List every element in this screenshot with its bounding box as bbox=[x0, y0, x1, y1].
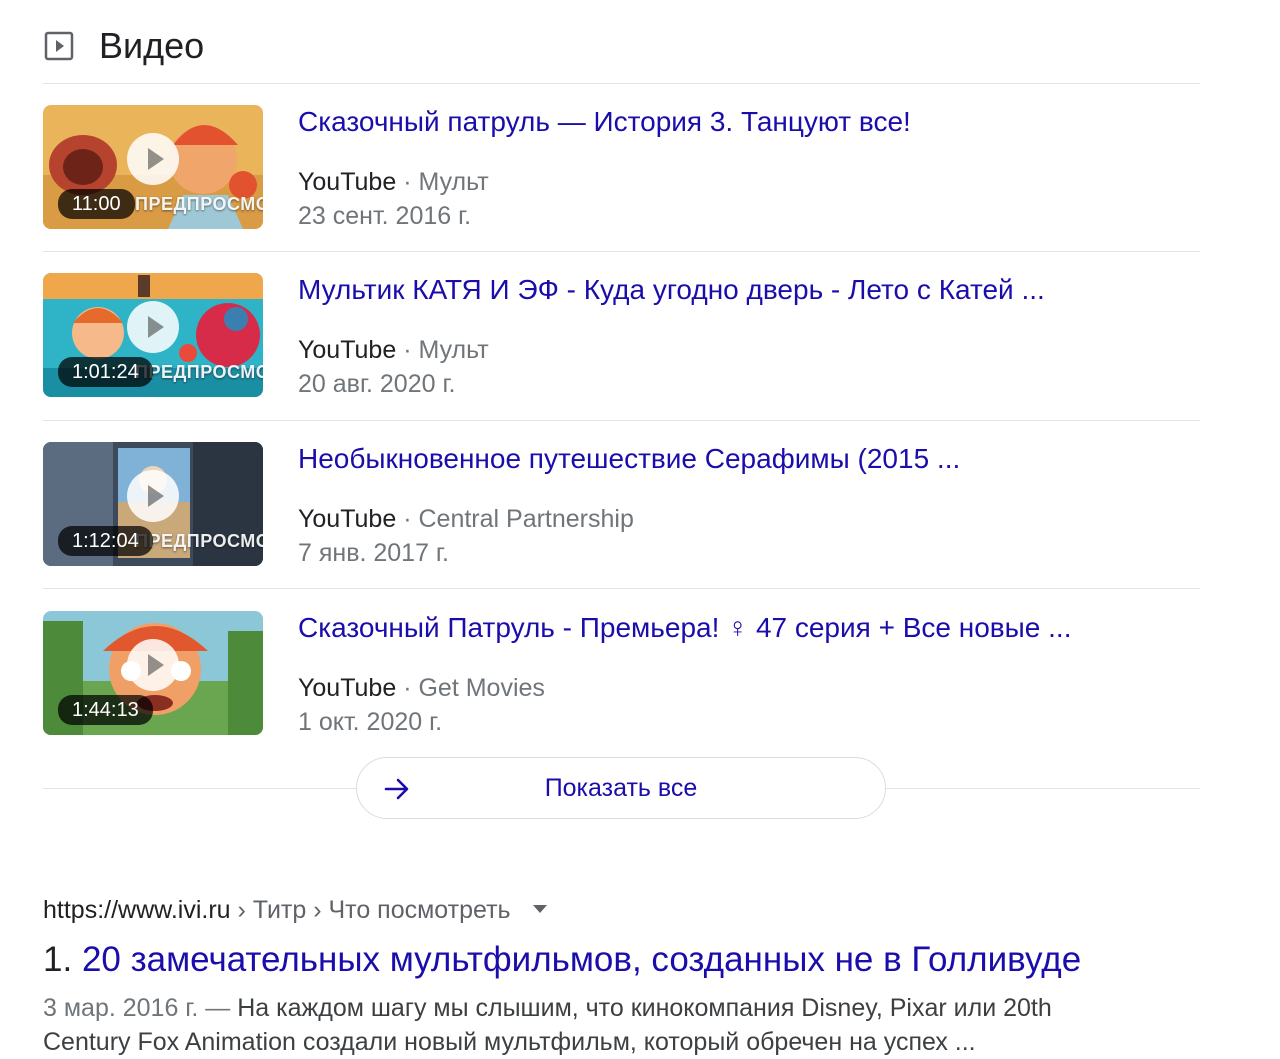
video-section-header: Видео bbox=[43, 24, 204, 68]
section-title: Видео bbox=[99, 25, 205, 66]
meta-separator: · bbox=[403, 168, 412, 196]
result-title: 1. 20 замечательных мультфильмов, создан… bbox=[43, 940, 1081, 980]
video-title-link[interactable]: Мультик КАТЯ И ЭФ - Куда угодно дверь - … bbox=[298, 273, 1045, 307]
video-result-3[interactable]: ПРЕДПРОСМОТР 1:12:04 Необыкновенное путе… bbox=[43, 442, 1200, 567]
result-breadcrumb[interactable]: https://www.ivi.ru › Титр › Что посмотре… bbox=[43, 895, 548, 925]
preview-label: ПРЕДПРОСМОТР bbox=[135, 531, 263, 551]
video-result-4[interactable]: 1:44:13 Сказочный Патруль - Премьера! ♀ … bbox=[43, 611, 1200, 736]
video-channel: Get Movies bbox=[418, 674, 545, 702]
video-title-link[interactable]: Сказочный Патруль - Премьера! ♀ 47 серия… bbox=[298, 611, 1071, 645]
duration-badge: 1:01:24 bbox=[58, 357, 153, 387]
show-all-label: Показать все bbox=[544, 774, 698, 802]
meta-separator: · bbox=[403, 336, 412, 364]
preview-label: ПРЕДПРОСМОТР bbox=[135, 194, 263, 214]
video-meta: YouTube · Мульт bbox=[298, 335, 489, 365]
duration-badge: 1:44:13 bbox=[58, 695, 153, 725]
divider bbox=[43, 83, 1200, 84]
meta-separator: · bbox=[403, 505, 412, 533]
video-channel: Мульт bbox=[418, 168, 489, 196]
result-path: › Титр › Что посмотреть bbox=[230, 896, 511, 924]
video-date: 23 сент. 2016 г. bbox=[298, 202, 472, 230]
divider bbox=[43, 588, 1200, 589]
video-date: 20 авг. 2020 г. bbox=[298, 370, 456, 398]
video-result-1[interactable]: ПРЕДПРОСМОТР 11:00 Сказочный патруль — И… bbox=[43, 105, 1200, 230]
video-source: YouTube bbox=[298, 505, 397, 533]
snippet-date: 3 мар. 2016 г. — bbox=[43, 994, 231, 1022]
video-thumbnail[interactable]: ПРЕДПРОСМОТР 1:01:24 bbox=[43, 273, 263, 397]
play-icon bbox=[127, 470, 179, 522]
video-channel: Мульт bbox=[418, 336, 489, 364]
video-thumbnail[interactable]: ПРЕДПРОСМОТР 11:00 bbox=[43, 105, 263, 229]
play-icon bbox=[127, 301, 179, 353]
video-source: YouTube bbox=[298, 674, 397, 702]
preview-label: ПРЕДПРОСМОТР bbox=[135, 362, 263, 382]
video-thumbnail[interactable]: 1:44:13 bbox=[43, 611, 263, 735]
video-title-link[interactable]: Сказочный патруль — История 3. Танцуют в… bbox=[298, 105, 911, 139]
video-meta: YouTube · Get Movies bbox=[298, 673, 545, 703]
video-title-link[interactable]: Необыкновенное путешествие Серафимы (201… bbox=[298, 442, 960, 476]
play-icon bbox=[127, 133, 179, 185]
dropdown-triangle-icon[interactable] bbox=[532, 904, 548, 914]
meta-separator: · bbox=[403, 674, 412, 702]
result-number: 1. bbox=[43, 940, 73, 979]
result-domain: https://www.ivi.ru bbox=[43, 896, 231, 924]
video-play-icon bbox=[44, 31, 74, 61]
duration-badge: 1:12:04 bbox=[58, 526, 153, 556]
video-result-2[interactable]: ПРЕДПРОСМОТР 1:01:24 Мультик КАТЯ И ЭФ -… bbox=[43, 273, 1200, 398]
video-channel: Central Partnership bbox=[418, 505, 634, 533]
result-title-link[interactable]: 20 замечательных мультфильмов, созданных… bbox=[82, 940, 1081, 979]
video-source: YouTube bbox=[298, 336, 397, 364]
show-all-button[interactable]: Показать все bbox=[356, 757, 886, 819]
video-source: YouTube bbox=[298, 168, 397, 196]
divider bbox=[43, 251, 1200, 252]
video-meta: YouTube · Central Partnership bbox=[298, 504, 634, 534]
video-date: 7 янв. 2017 г. bbox=[298, 539, 449, 567]
play-icon bbox=[127, 639, 179, 691]
video-thumbnail[interactable]: ПРЕДПРОСМОТР 1:12:04 bbox=[43, 442, 263, 566]
divider bbox=[43, 420, 1200, 421]
video-date: 1 окт. 2020 г. bbox=[298, 708, 443, 736]
duration-badge: 11:00 bbox=[58, 189, 135, 219]
video-meta: YouTube · Мульт bbox=[298, 167, 489, 197]
result-snippet: 3 мар. 2016 г. — На каждом шагу мы слыши… bbox=[43, 991, 1143, 1059]
